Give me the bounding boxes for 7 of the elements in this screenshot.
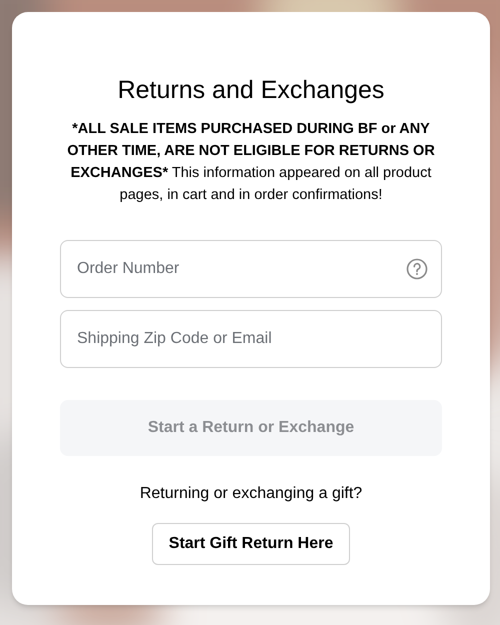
input-field[interactable]: Shipping Zip Code or Email [60, 310, 442, 368]
gift-return-button[interactable]: Start Gift Return Here [152, 523, 350, 565]
page-title: Returns and Exchanges [118, 75, 384, 106]
input-field[interactable]: Order Number [60, 240, 442, 298]
help-icon[interactable] [406, 258, 428, 280]
gift-question: Returning or exchanging a gift? [140, 484, 362, 504]
notice-text: *ALL SALE ITEMS PURCHASED DURING BF or ANY OTHER TIME, ARE NOT ELIGIBLE FOR RETURNS OR EXCHANGES* This information appeared on all product pages, in cart and in order confirmations! [66, 120, 436, 205]
